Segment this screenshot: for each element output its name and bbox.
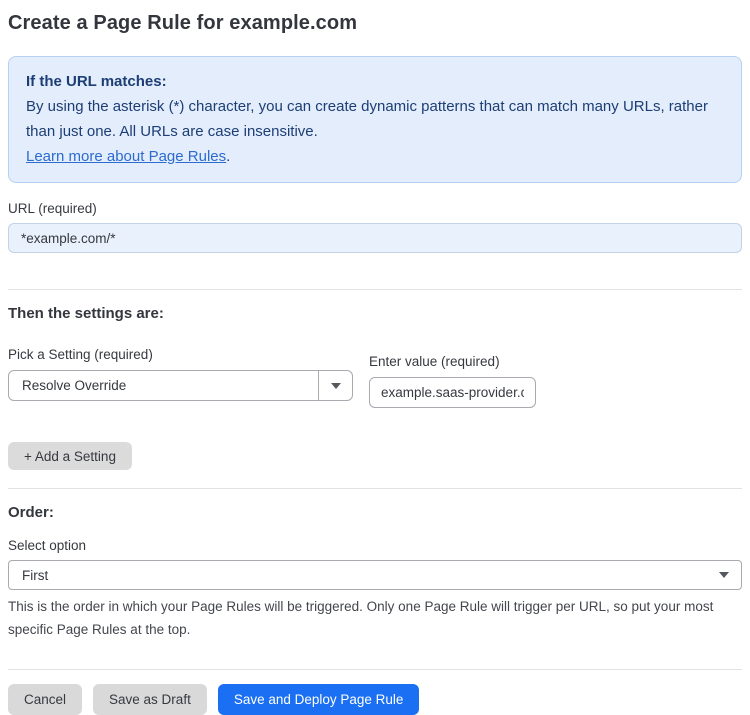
setting-picker-selected-value: Resolve Override [22,378,127,393]
setting-value-input[interactable] [369,377,536,408]
info-box-heading: If the URL matches: [26,73,167,90]
save-as-draft-button[interactable]: Save as Draft [93,684,207,715]
chevron-down-icon [330,382,341,389]
setting-value-column: Enter value (required) [369,347,536,408]
url-match-info-box: If the URL matches: By using the asteris… [8,56,742,183]
save-and-deploy-button[interactable]: Save and Deploy Page Rule [217,684,420,715]
order-help-text: This is the order in which your Page Rul… [8,599,714,637]
order-select[interactable]: First [8,560,742,590]
divider [8,488,742,489]
link-suffix: . [226,148,231,165]
order-select-arrow [719,572,741,578]
learn-more-link[interactable]: Learn more about Page Rules [26,148,226,165]
settings-section-heading: Then the settings are: [8,305,164,322]
info-box-link-line: Learn more about Page Rules. [26,144,724,169]
setting-picker-arrow-button[interactable] [318,371,352,400]
setting-picker-select[interactable]: Resolve Override [8,370,353,401]
divider [8,669,742,670]
info-box-body: By using the asterisk (*) character, you… [26,98,708,140]
setting-picker-column: Pick a Setting (required) Resolve Overri… [8,347,353,408]
setting-value-label: Enter value (required) [369,354,500,369]
setting-picker-label: Pick a Setting (required) [8,347,153,362]
page-title: Create a Page Rule for example.com [8,12,358,34]
create-page-rule-panel: Create a Page Rule for example.com If th… [0,0,750,715]
url-input[interactable] [8,223,742,253]
settings-row: Pick a Setting (required) Resolve Overri… [8,347,742,408]
order-selected-value: First [22,567,49,583]
divider [8,289,742,290]
action-button-row: Cancel Save as Draft Save and Deploy Pag… [8,684,742,715]
order-select-label: Select option [8,538,87,553]
order-section-heading: Order: [8,504,54,521]
chevron-down-icon [719,572,729,578]
cancel-button[interactable]: Cancel [8,684,83,715]
url-field-label: URL (required) [8,201,97,216]
add-setting-button[interactable]: + Add a Setting [8,442,132,470]
